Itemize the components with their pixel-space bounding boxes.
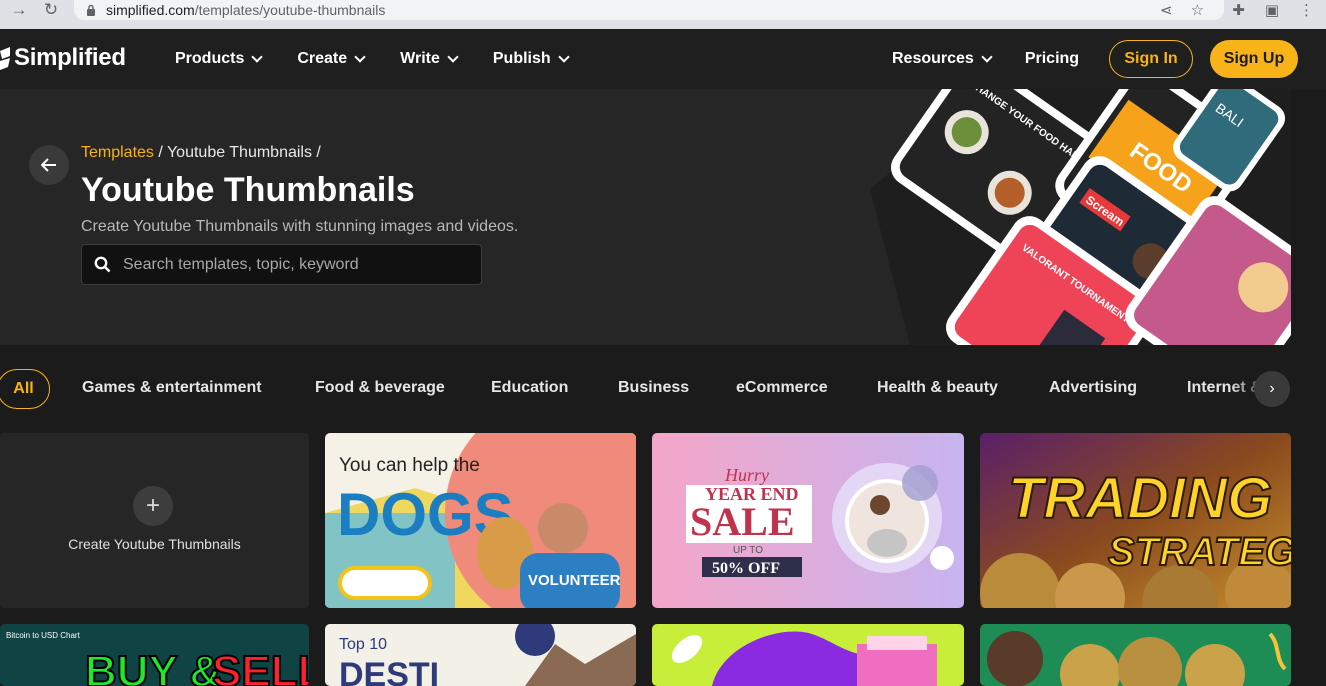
- template-thumb-sale[interactable]: Hurry YEAR END SALE UP TO 50% OFF: [652, 433, 964, 608]
- trading-line2: STRATEGY: [1108, 530, 1291, 574]
- breadcrumb-templates-link[interactable]: Templates: [81, 144, 154, 161]
- category-games[interactable]: Games & entertainment: [82, 379, 262, 397]
- sign-in-button[interactable]: Sign In: [1109, 40, 1193, 78]
- browser-toolbar: → ↻ simplified.com/templates/youtube-thu…: [0, 0, 1326, 29]
- category-health[interactable]: Health & beauty: [877, 379, 998, 397]
- chevron-down-icon: [557, 50, 570, 63]
- template-thumb-trading[interactable]: TRADING STRATEGY: [980, 433, 1291, 608]
- nav-resources[interactable]: Resources: [892, 50, 993, 68]
- category-advertising[interactable]: Advertising: [1049, 379, 1137, 397]
- breadcrumb-current: / Youtube Thumbnails /: [153, 144, 321, 161]
- nav-pricing-label: Pricing: [1024, 50, 1080, 67]
- chevron-down-icon: [354, 50, 366, 63]
- category-next-button[interactable]: ›: [1254, 371, 1290, 407]
- nav-create[interactable]: Create: [297, 50, 366, 68]
- create-card-label: Create Youtube Thumbnails: [68, 536, 241, 552]
- bookmark-star-icon[interactable]: ☆: [1191, 1, 1204, 19]
- dogs-badge: VOLUNTEER: [528, 572, 621, 589]
- category-all-chip[interactable]: All: [0, 369, 50, 409]
- nav-products[interactable]: Products: [175, 50, 264, 68]
- logo-mark-icon: [0, 47, 10, 70]
- category-ecommerce[interactable]: eCommerce: [736, 379, 828, 397]
- category-food[interactable]: Food & beverage: [315, 379, 445, 397]
- sale-upto: UP TO: [733, 545, 763, 556]
- create-thumbnail-card[interactable]: + Create Youtube Thumbnails: [0, 433, 309, 608]
- search-icon: [94, 256, 111, 273]
- simplified-logo[interactable]: Simplified: [0, 43, 126, 73]
- nav-products-label: Products: [175, 50, 245, 67]
- sidepanel-icon[interactable]: ▣: [1265, 1, 1279, 19]
- chevron-down-icon: [251, 50, 264, 63]
- trading-line1: TRADING: [1008, 466, 1272, 531]
- main-nav: Products Create Write Publish: [175, 29, 604, 89]
- top10-line2: DESTI: [339, 656, 439, 686]
- extensions-puzzle-icon[interactable]: ✚: [1232, 1, 1245, 19]
- template-thumb-rocket[interactable]: [652, 624, 964, 686]
- hero-banner: Templates / Youtube Thumbnails / Youtube…: [0, 89, 1291, 345]
- lock-icon: [87, 4, 95, 16]
- nav-write-label: Write: [400, 50, 440, 67]
- top10-line1: Top 10: [339, 636, 387, 653]
- template-thumb-buysell[interactable]: Bitcoin to USD Chart BUY & SELL: [0, 624, 309, 686]
- hero-phones-illustration: CHANGE YOUR FOOD HABITS TODAY FOOD Screa…: [870, 89, 1291, 345]
- plus-icon: +: [133, 486, 173, 526]
- nav-pricing[interactable]: Pricing: [1025, 50, 1079, 68]
- sale-sale: SALE: [690, 499, 795, 544]
- template-thumb-dogs[interactable]: You can help the DOGS VOLUNTEER: [325, 433, 636, 608]
- reload-icon[interactable]: ↻: [36, 0, 66, 24]
- search-input[interactable]: [123, 255, 463, 274]
- arrow-left-icon: [41, 158, 56, 172]
- template-thumb-top10[interactable]: Top 10 DESTI: [325, 624, 636, 686]
- site-header: Simplified Products Create Write Publish…: [0, 29, 1326, 89]
- sale-off: 50% OFF: [712, 560, 780, 577]
- chevron-down-icon: [447, 50, 459, 63]
- dogs-line1: You can help the: [339, 455, 480, 476]
- back-button[interactable]: [29, 145, 69, 185]
- logo-text: Simplified: [14, 44, 126, 71]
- buysell-right: SELL: [212, 647, 309, 686]
- chrome-menu-icon[interactable]: ⋮: [1299, 1, 1314, 19]
- nav-resources-label: Resources: [892, 50, 974, 67]
- nav-publish-label: Publish: [492, 50, 551, 67]
- sale-hurry: Hurry: [724, 465, 769, 485]
- address-bar[interactable]: simplified.com/templates/youtube-thumbna…: [74, 0, 1224, 20]
- page-title: Youtube Thumbnails: [81, 171, 415, 209]
- nav-create-label: Create: [297, 50, 348, 67]
- category-filter-bar: All Games & entertainment Food & beverag…: [0, 365, 1291, 413]
- page-subtitle: Create Youtube Thumbnails with stunning …: [81, 218, 519, 235]
- template-search[interactable]: [81, 244, 482, 285]
- forward-arrow-icon[interactable]: →: [4, 0, 34, 24]
- url-domain: simplified.com: [106, 2, 195, 18]
- template-thumb-crypto[interactable]: [980, 624, 1291, 686]
- share-icon[interactable]: ⋖: [1160, 1, 1173, 19]
- chevron-right-icon: ›: [1269, 380, 1275, 397]
- chevron-down-icon: [981, 50, 993, 63]
- breadcrumb: Templates / Youtube Thumbnails /: [81, 144, 321, 162]
- buysell-left: BUY &: [85, 647, 221, 686]
- category-business[interactable]: Business: [618, 379, 689, 397]
- buysell-small: Bitcoin to USD Chart: [6, 631, 81, 640]
- nav-write[interactable]: Write: [400, 50, 459, 68]
- category-education[interactable]: Education: [491, 379, 568, 397]
- url-path: /templates/youtube-thumbnails: [194, 2, 386, 18]
- sign-up-button[interactable]: Sign Up: [1210, 40, 1298, 78]
- nav-publish[interactable]: Publish: [492, 50, 570, 68]
